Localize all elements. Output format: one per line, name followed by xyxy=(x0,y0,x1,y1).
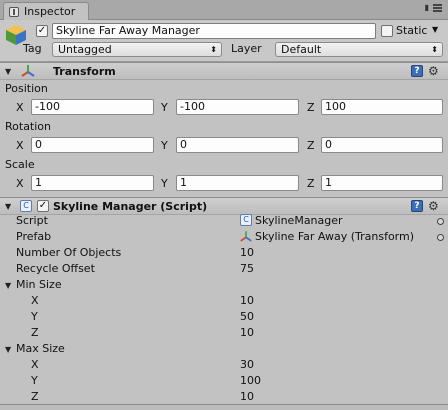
rotation-z-field[interactable]: 0 xyxy=(321,137,443,153)
menu-icon[interactable] xyxy=(433,3,442,12)
scale-x-label[interactable]: X xyxy=(16,177,24,190)
min-size-z-label: Z xyxy=(31,326,39,339)
max-size-z-field[interactable]: 10 xyxy=(240,390,254,403)
position-z-field[interactable]: 100 xyxy=(321,99,443,115)
script-asset-icon: C xyxy=(240,214,252,226)
min-size-label[interactable]: Min Size xyxy=(16,278,62,291)
recycle-offset-field[interactable]: 75 xyxy=(240,262,254,275)
min-size-x-field[interactable]: 10 xyxy=(240,294,254,307)
gameobject-name-field[interactable]: Skyline Far Away Manager xyxy=(52,23,376,39)
scale-z-field[interactable]: 1 xyxy=(321,175,443,191)
inspector-tab-bar: Inspector ▮ xyxy=(0,0,448,20)
chevron-down-icon: ⬍ xyxy=(431,45,438,54)
tag-label: Tag xyxy=(23,42,42,55)
layer-label: Layer xyxy=(231,42,262,55)
position-label: Position xyxy=(5,82,48,95)
number-of-objects-label: Number Of Objects xyxy=(16,246,122,259)
object-picker-icon[interactable] xyxy=(437,234,444,241)
number-of-objects-field[interactable]: 10 xyxy=(240,246,254,259)
script-component-header[interactable]: ▼ C ✓ Skyline Manager (Script) ? ⚙ xyxy=(0,197,448,215)
divider xyxy=(0,404,448,410)
scale-y-field[interactable]: 1 xyxy=(176,175,299,191)
transform-axes-icon xyxy=(240,231,252,242)
rotation-label: Rotation xyxy=(5,120,52,133)
max-size-y-label: Y xyxy=(31,374,38,387)
rotation-y-label[interactable]: Y xyxy=(161,139,168,152)
scale-z-label[interactable]: Z xyxy=(307,177,315,190)
scale-y-label[interactable]: Y xyxy=(161,177,168,190)
min-size-y-field[interactable]: 50 xyxy=(240,310,254,323)
gear-icon[interactable]: ⚙ xyxy=(428,199,439,213)
rotation-x-label[interactable]: X xyxy=(16,139,24,152)
scale-label: Scale xyxy=(5,158,35,171)
transform-header[interactable]: ▼ Transform ? ⚙ xyxy=(0,62,448,80)
lock-icon[interactable]: ▮ xyxy=(425,3,429,12)
static-checkbox[interactable] xyxy=(381,25,393,37)
foldout-arrow-icon[interactable]: ▼ xyxy=(5,202,11,211)
position-x-field[interactable]: -100 xyxy=(31,99,154,115)
script-label: Script xyxy=(16,214,48,227)
rotation-z-label[interactable]: Z xyxy=(307,139,315,152)
max-size-y-field[interactable]: 100 xyxy=(240,374,261,387)
gear-icon[interactable]: ⚙ xyxy=(428,64,439,78)
max-size-x-field[interactable]: 30 xyxy=(240,358,254,371)
script-enabled-checkbox[interactable]: ✓ xyxy=(37,200,49,212)
script-value[interactable]: SkylineManager xyxy=(255,214,343,227)
transform-title: Transform xyxy=(53,65,116,78)
tab-inspector[interactable]: Inspector xyxy=(3,2,89,20)
static-dropdown-arrow-icon[interactable]: ▼ xyxy=(432,25,438,34)
rotation-x-field[interactable]: 0 xyxy=(31,137,154,153)
position-z-label[interactable]: Z xyxy=(307,101,315,114)
object-picker-icon[interactable] xyxy=(437,218,444,225)
foldout-arrow-icon[interactable]: ▼ xyxy=(5,67,11,76)
tab-options-menu[interactable]: ▮ xyxy=(425,3,442,12)
min-size-foldout-icon[interactable]: ▼ xyxy=(5,281,11,290)
active-checkbox[interactable]: ✓ xyxy=(36,25,48,37)
max-size-x-label: X xyxy=(31,358,39,371)
rotation-y-field[interactable]: 0 xyxy=(176,137,299,153)
help-icon[interactable]: ? xyxy=(411,65,423,77)
prefab-value[interactable]: Skyline Far Away (Transform) xyxy=(255,230,414,243)
min-size-z-field[interactable]: 10 xyxy=(240,326,254,339)
position-y-label[interactable]: Y xyxy=(161,101,168,114)
inspector-icon xyxy=(9,6,19,17)
min-size-x-label: X xyxy=(31,294,39,307)
script-component-title: Skyline Manager (Script) xyxy=(53,200,208,213)
static-label: Static xyxy=(396,24,428,37)
recycle-offset-label: Recycle Offset xyxy=(16,262,95,275)
tag-dropdown[interactable]: Untagged ⬍ xyxy=(52,42,222,57)
scale-x-field[interactable]: 1 xyxy=(31,175,154,191)
position-x-label[interactable]: X xyxy=(16,101,24,114)
layer-value: Default xyxy=(281,43,322,56)
prefab-label: Prefab xyxy=(16,230,52,243)
layer-dropdown[interactable]: Default ⬍ xyxy=(275,42,443,57)
tag-value: Untagged xyxy=(58,43,112,56)
max-size-z-label: Z xyxy=(31,390,39,403)
help-icon[interactable]: ? xyxy=(411,200,423,212)
min-size-y-label: Y xyxy=(31,310,38,323)
script-file-icon: C xyxy=(20,200,32,212)
max-size-foldout-icon[interactable]: ▼ xyxy=(5,345,11,354)
transform-axes-icon xyxy=(21,65,35,77)
gameobject-header: ✓ Skyline Far Away Manager Static ▼ Tag … xyxy=(0,20,448,62)
tab-label: Inspector xyxy=(24,5,76,18)
chevron-down-icon: ⬍ xyxy=(210,45,217,54)
max-size-label[interactable]: Max Size xyxy=(16,342,65,355)
position-y-field[interactable]: -100 xyxy=(176,99,299,115)
